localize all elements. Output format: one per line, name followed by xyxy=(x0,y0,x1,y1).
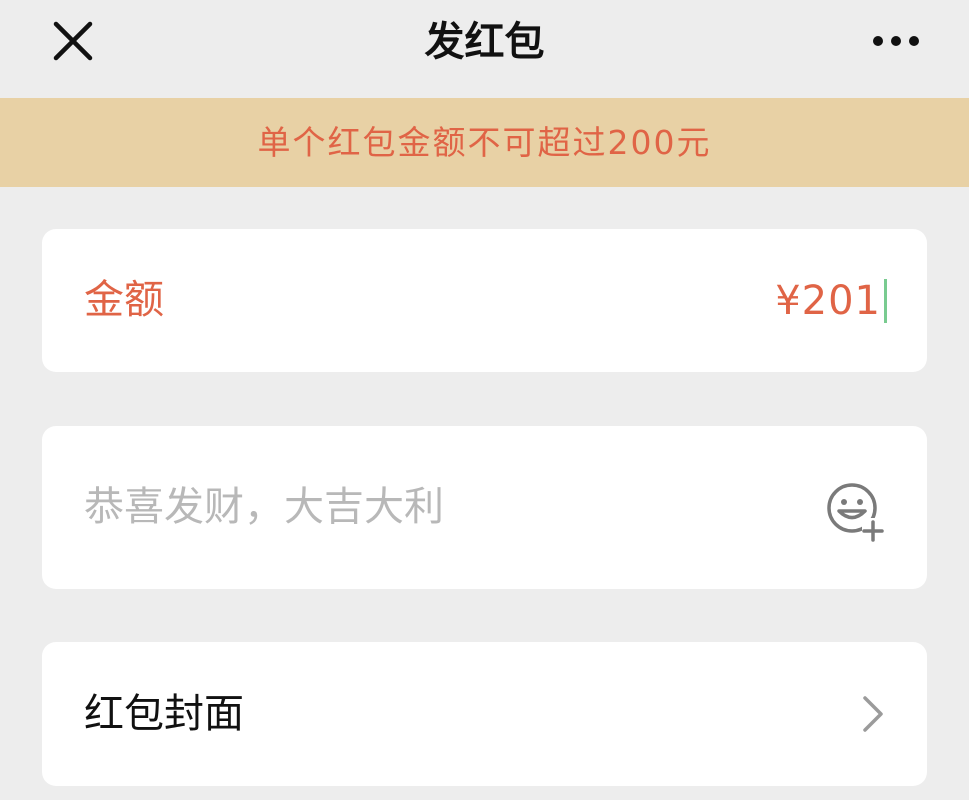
amount-card: 金额 ¥201 xyxy=(42,229,927,372)
emoji-add-icon xyxy=(827,483,884,542)
limit-warning-text: 单个红包金额不可超过200元 xyxy=(257,123,712,162)
chevron-right-icon xyxy=(863,696,883,732)
cover-label: 红包封面 xyxy=(84,691,244,737)
amount-input[interactable]: ¥201 xyxy=(775,229,887,372)
page-title: 发红包 xyxy=(424,19,545,65)
more-button[interactable] xyxy=(860,14,932,70)
amount-label: 金额 xyxy=(84,277,164,323)
greeting-input[interactable]: 恭喜发财，大吉大利 xyxy=(84,426,444,589)
emoji-button[interactable] xyxy=(822,478,894,550)
top-bar: 发红包 xyxy=(0,0,969,96)
red-packet-cover-row[interactable]: 红包封面 xyxy=(42,642,927,786)
more-dots-icon xyxy=(873,36,919,46)
greeting-card: 恭喜发财，大吉大利 xyxy=(42,426,927,589)
amount-value: ¥201 xyxy=(775,277,881,324)
limit-warning-banner: 单个红包金额不可超过200元 xyxy=(0,98,969,187)
text-caret xyxy=(884,278,887,323)
